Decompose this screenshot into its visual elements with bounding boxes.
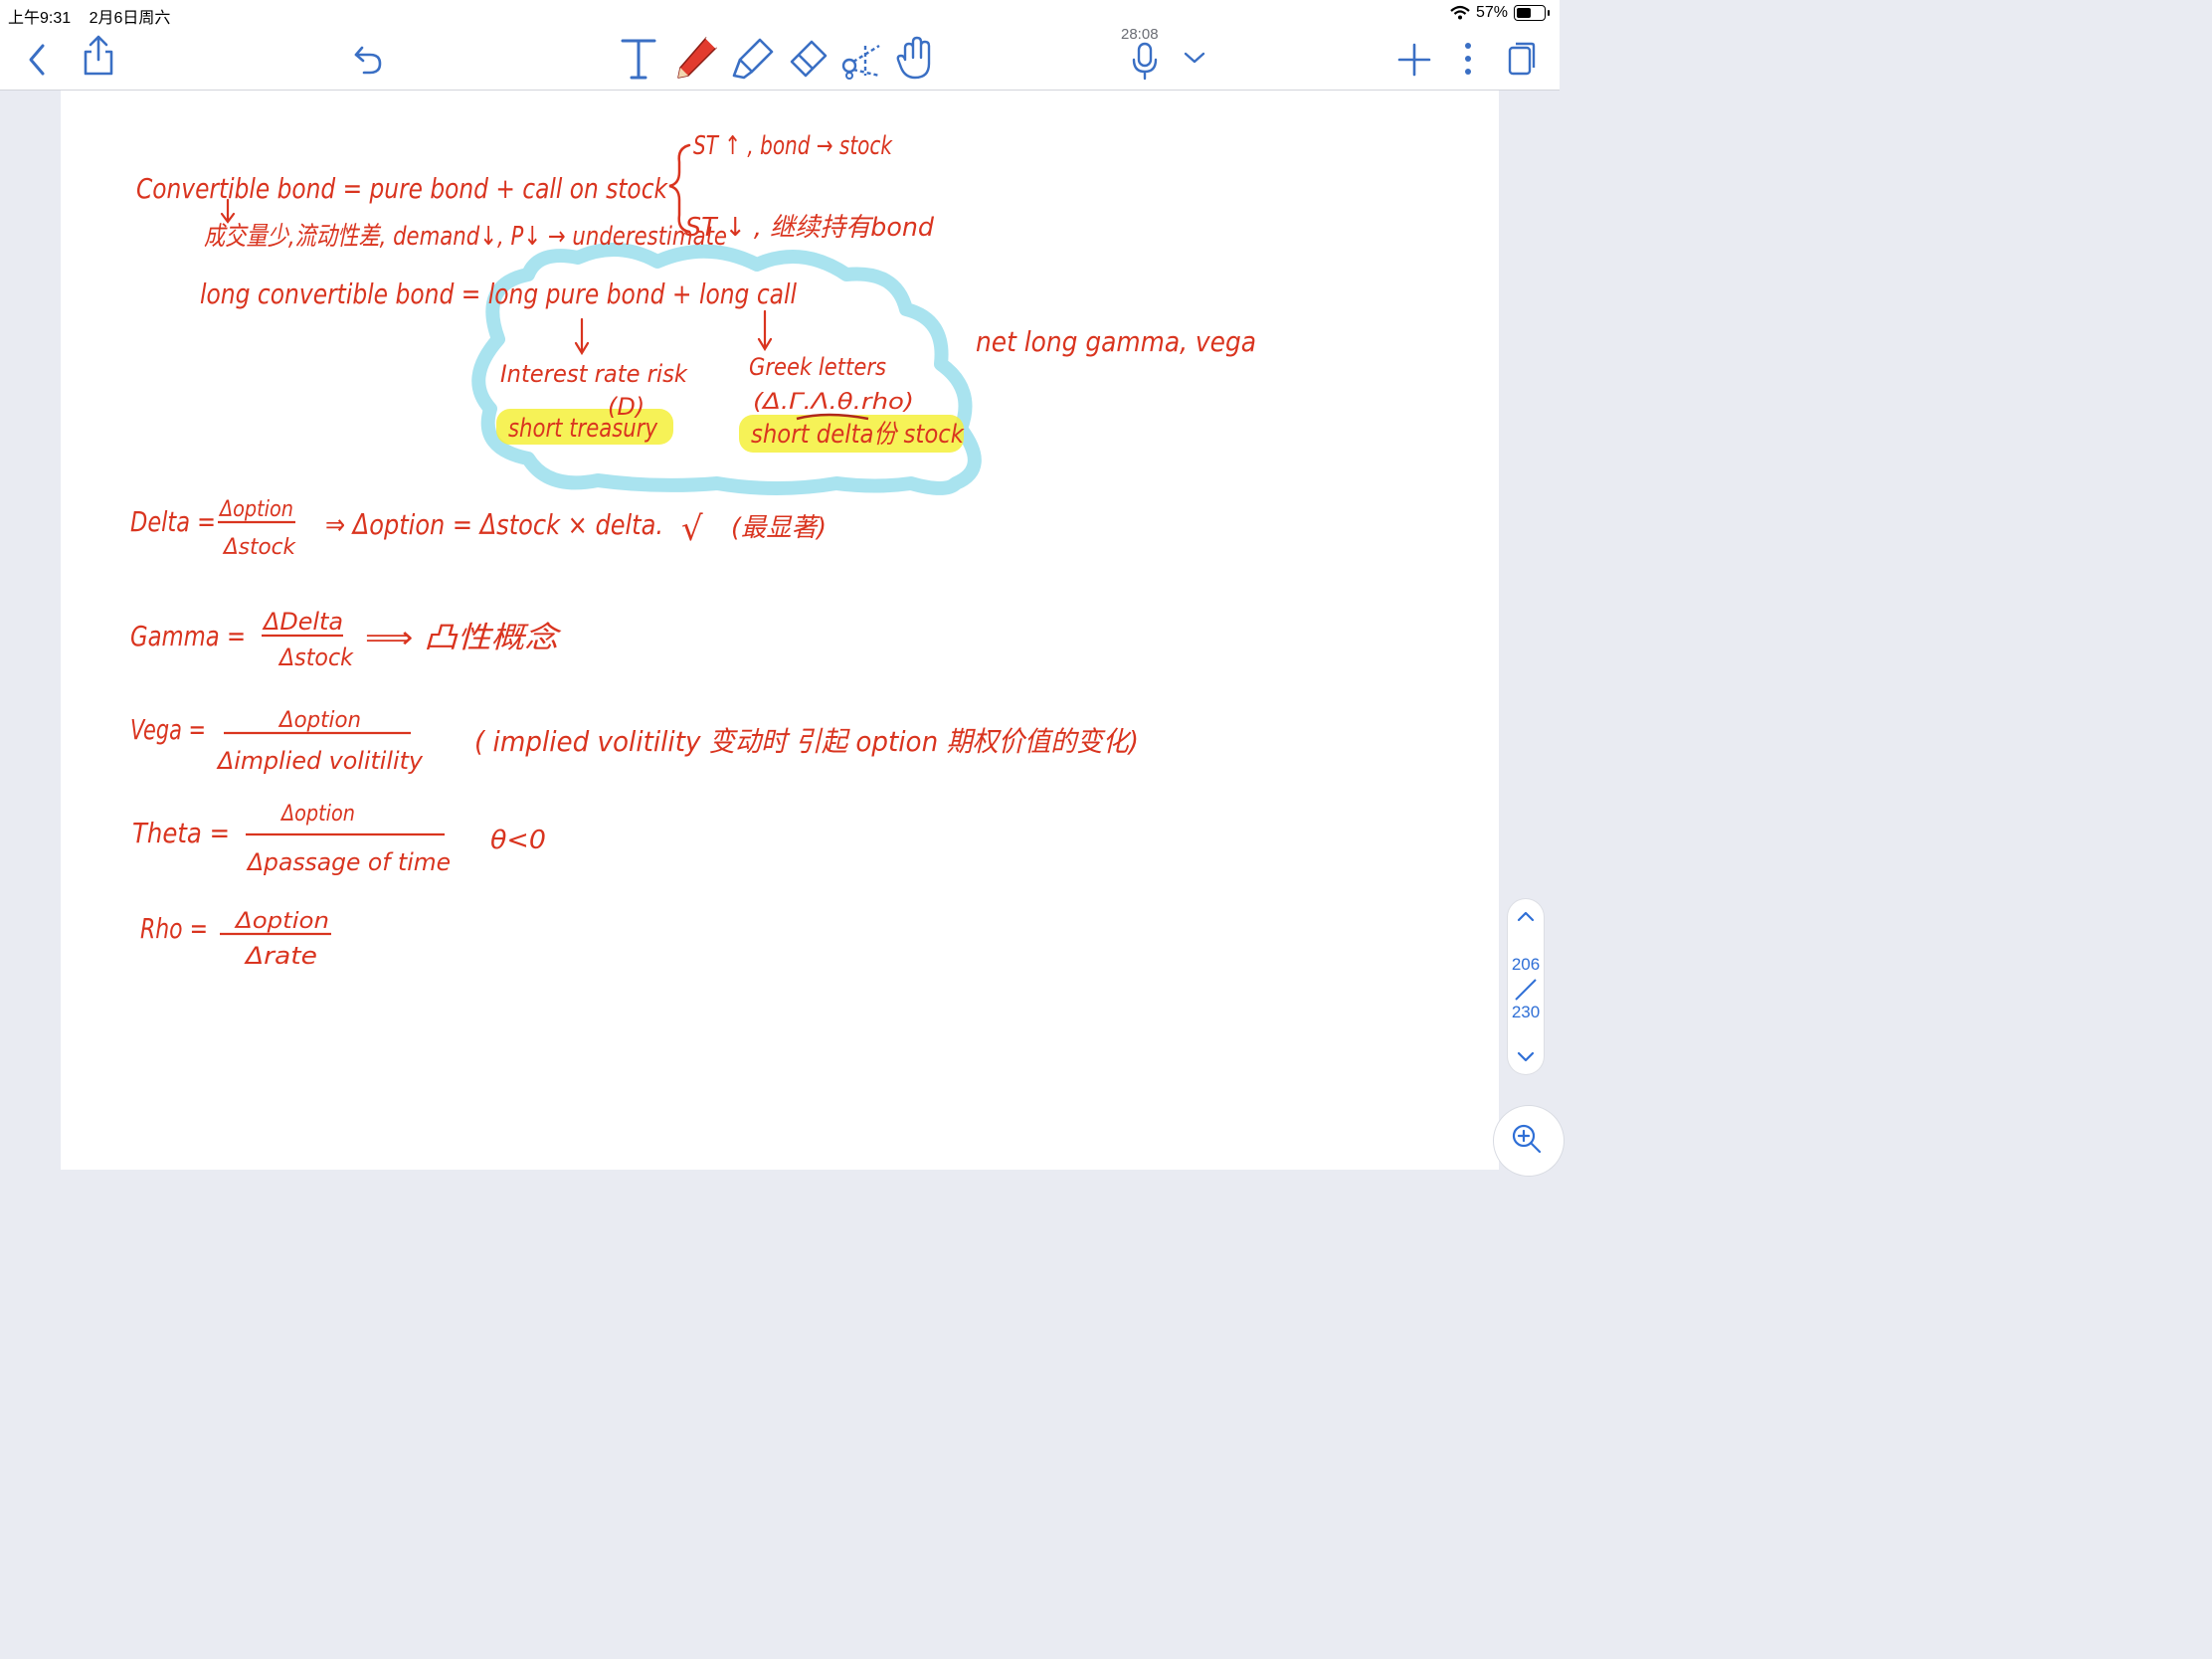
vega-note: ( implied volitility 变动时 引起 option 期权价值的… bbox=[474, 725, 1139, 758]
page-separator-icon bbox=[1515, 979, 1537, 1001]
undo-icon[interactable] bbox=[350, 40, 386, 76]
status-bar: 上午9:31 2月6日周六 57% bbox=[0, 0, 1560, 27]
eraser-tool-icon[interactable] bbox=[784, 38, 830, 82]
page-down-icon[interactable] bbox=[1516, 1050, 1536, 1064]
delta-denominator: Δstock bbox=[222, 535, 296, 560]
delta-checkmark: √ bbox=[681, 509, 703, 549]
vega-label: Vega = bbox=[130, 713, 206, 746]
gamma-label: Gamma = bbox=[130, 620, 246, 652]
add-page-icon[interactable] bbox=[1396, 42, 1432, 78]
delta-equation: ⇒ Δoption = Δstock × delta. bbox=[325, 508, 663, 541]
theta-label: Theta = bbox=[132, 817, 230, 849]
vega-denominator: Δimplied volitility bbox=[216, 747, 424, 775]
theta-numerator: Δoption bbox=[279, 802, 355, 827]
handwriting-canvas[interactable]: Convertible bond = pure bond + call on s… bbox=[61, 91, 1499, 1170]
microphone-icon[interactable] bbox=[1130, 42, 1160, 82]
text-tool-icon[interactable] bbox=[619, 36, 658, 82]
pen-tool-icon[interactable] bbox=[672, 34, 720, 84]
line1-left-text: Convertible bond = pure bond + call on s… bbox=[136, 172, 668, 205]
rho-denominator: Δrate bbox=[244, 942, 317, 970]
line3-text: long convertible bond = long pure bond +… bbox=[200, 277, 797, 310]
greek-letters-text: Greek letters bbox=[749, 353, 886, 381]
greek-symbols-text: (Δ.Γ.Λ.θ.rho) bbox=[753, 390, 914, 415]
delta-label: Delta = bbox=[130, 505, 216, 538]
side-note-text: net long gamma, vega bbox=[976, 325, 1256, 358]
rho-numerator: Δoption bbox=[234, 909, 329, 934]
back-chevron-icon[interactable] bbox=[24, 42, 52, 78]
theta-note: θ<0 bbox=[490, 826, 546, 855]
short-treasury-text: short treasury bbox=[508, 414, 657, 444]
interest-rate-risk-text: Interest rate risk bbox=[500, 360, 688, 388]
page-navigator: 206 230 bbox=[1508, 899, 1544, 1074]
gamma-numerator: ΔDelta bbox=[262, 608, 343, 636]
recording-timer: 28:08 bbox=[1121, 26, 1159, 43]
zoom-in-icon bbox=[1512, 1124, 1542, 1154]
status-time: 上午9:31 bbox=[8, 10, 72, 27]
more-options-icon[interactable] bbox=[1458, 40, 1478, 78]
gamma-rest: ⟹ 凸性概念 bbox=[365, 621, 562, 655]
highlighter-tool-icon[interactable] bbox=[730, 36, 776, 84]
delta-note: (最显著) bbox=[731, 513, 827, 543]
short-delta-text: short delta份 stock bbox=[751, 420, 965, 450]
vega-numerator: Δoption bbox=[277, 708, 361, 733]
note-page[interactable]: Convertible bond = pure bond + call on s… bbox=[61, 91, 1499, 1170]
line2-text: 成交量少,流动性差, demand↓, P↓ → underestimate bbox=[204, 222, 727, 252]
delta-numerator: Δoption bbox=[218, 497, 293, 522]
chevron-down-icon[interactable] bbox=[1182, 50, 1207, 66]
battery-percent: 57% bbox=[1475, 4, 1508, 21]
pages-icon[interactable] bbox=[1506, 40, 1538, 80]
zoom-button[interactable] bbox=[1494, 1106, 1564, 1176]
status-date: 2月6日周六 bbox=[89, 10, 171, 27]
wifi-icon bbox=[1450, 5, 1470, 20]
battery-icon bbox=[1514, 5, 1550, 21]
toolbar: 28:08 bbox=[0, 26, 1560, 91]
share-icon[interactable] bbox=[82, 34, 115, 78]
total-pages-number: 230 bbox=[1511, 1003, 1541, 1021]
hand-tool-icon[interactable] bbox=[895, 36, 935, 82]
page-up-icon[interactable] bbox=[1516, 909, 1536, 923]
theta-denominator: Δpassage of time bbox=[246, 848, 451, 876]
rho-label: Rho = bbox=[140, 912, 208, 945]
lasso-tool-icon[interactable] bbox=[839, 38, 885, 82]
gamma-denominator: Δstock bbox=[277, 644, 354, 671]
line1-brace-top-text: ST ↑ , bond → stock bbox=[693, 131, 893, 161]
current-page-number: 206 bbox=[1511, 955, 1541, 974]
